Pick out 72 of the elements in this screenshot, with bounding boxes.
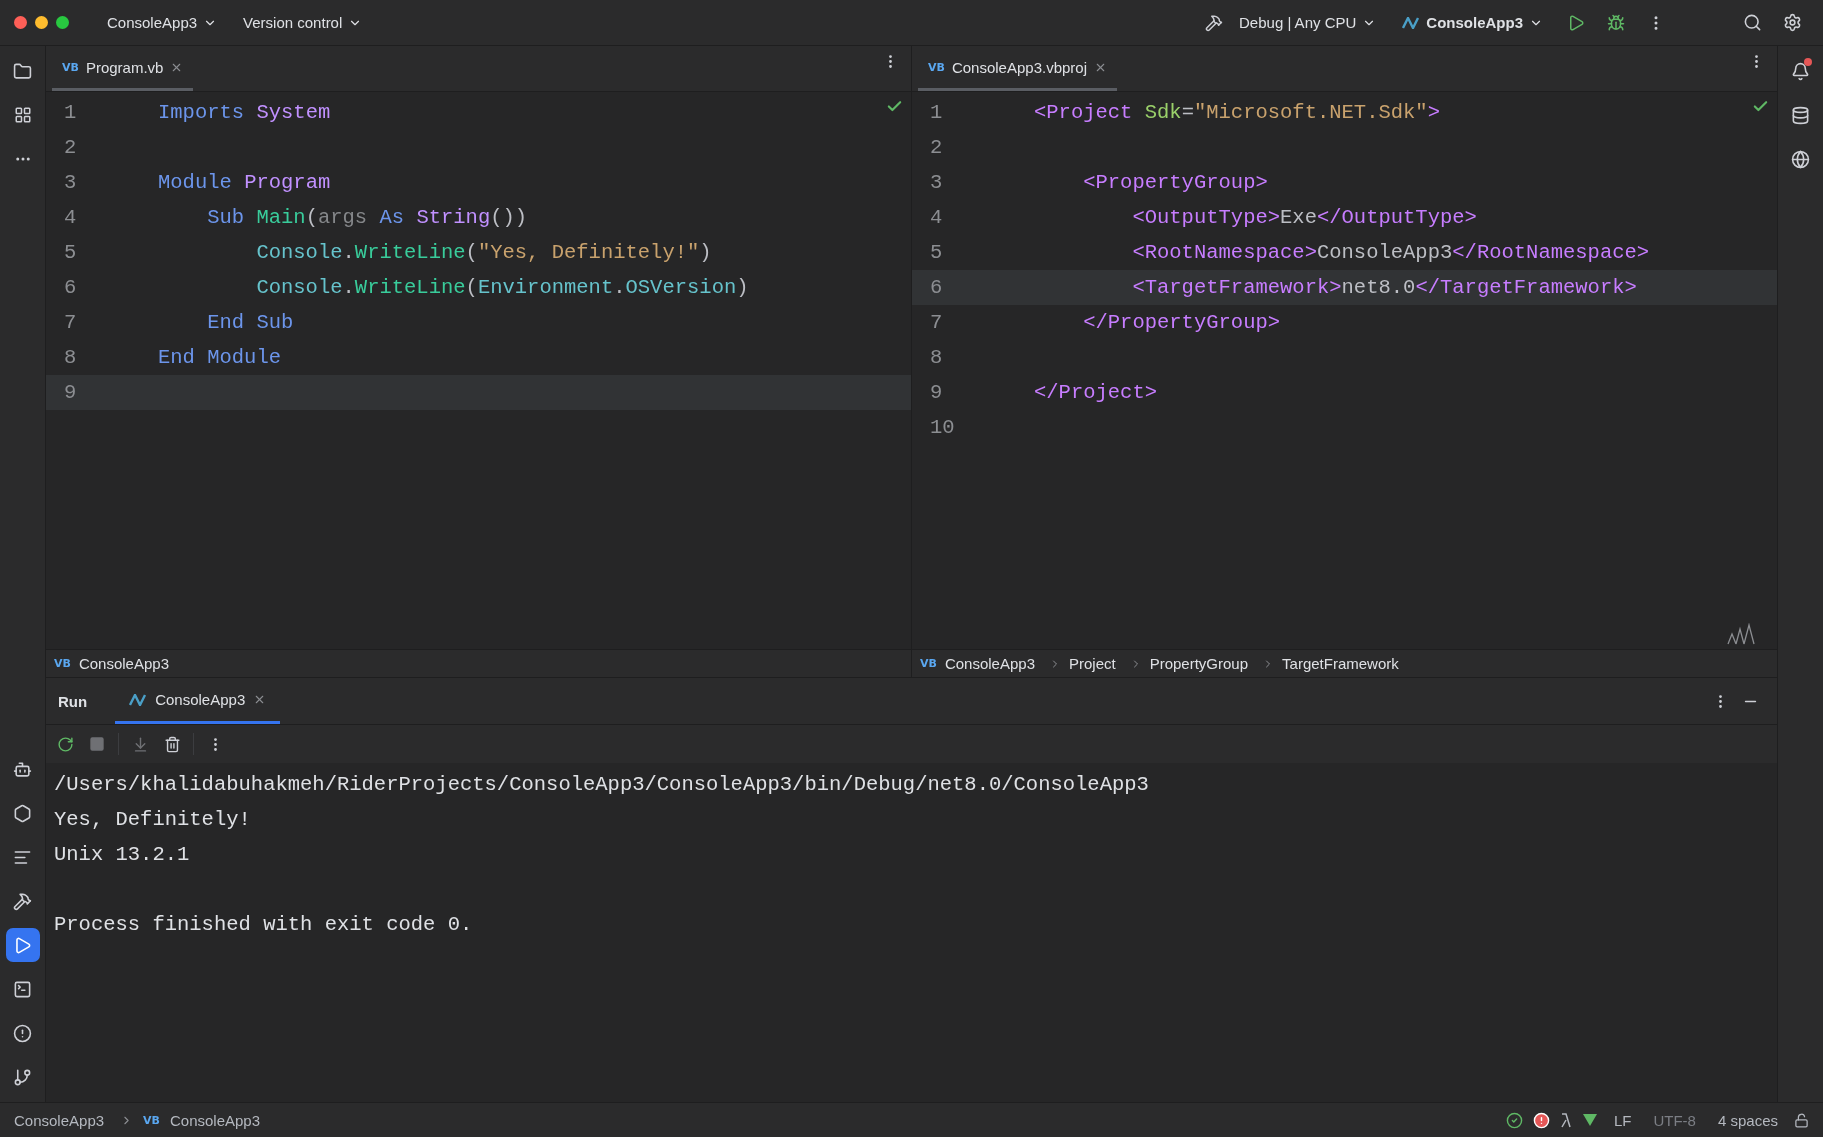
unlock-icon[interactable]: [1794, 1112, 1809, 1128]
hammer-icon[interactable]: [1205, 13, 1223, 32]
code-line: Console.WriteLine(Environment.OSVersion): [255, 276, 749, 299]
file-type-icon: VB: [928, 60, 945, 74]
editor-tab[interactable]: VB Program.vb: [52, 46, 194, 91]
check-circle-icon[interactable]: [1505, 1111, 1523, 1129]
bell-icon: [1791, 61, 1810, 81]
code-line: </PropertyGroup>: [1082, 311, 1281, 334]
error-icon[interactable]: [1532, 1111, 1550, 1129]
line-number: 4: [929, 206, 944, 229]
code-line: <PropertyGroup>: [1082, 171, 1268, 194]
breadcrumb[interactable]: ConsoleApp3: [944, 655, 1041, 672]
code-line: <Project Sdk="Microsoft.NET.Sdk">: [1034, 101, 1440, 124]
breadcrumb[interactable]: ConsoleApp3: [170, 1111, 267, 1129]
notification-dot: [1803, 58, 1812, 66]
console-line: Yes, Definitely!: [54, 807, 252, 833]
code-line: <TargetFramework>net8.0</TargetFramework>: [1131, 276, 1637, 299]
line-number: 2: [929, 136, 944, 159]
line-number: 6: [63, 276, 78, 299]
run-tab[interactable]: ConsoleApp3: [115, 678, 281, 724]
run-icon[interactable]: [5, 928, 40, 962]
line-number: 1: [929, 101, 944, 124]
breadcrumb[interactable]: Project: [1069, 655, 1122, 672]
code-line: Imports System: [158, 101, 331, 124]
code-line: Sub Main(args As String()): [206, 206, 528, 229]
breadcrumb[interactable]: TargetFramework: [1282, 655, 1405, 672]
line-number: 3: [929, 171, 944, 194]
line-number: 9: [929, 381, 944, 404]
console-line: Process finished with exit code 0.: [54, 912, 474, 938]
code-line: End Module: [158, 346, 282, 369]
dotnet-icon: [129, 693, 148, 706]
file-type-icon: VB: [54, 657, 71, 670]
configuration-dropdown[interactable]: Debug | Any CPU: [1229, 10, 1387, 35]
dotnet-icon: [1402, 16, 1421, 29]
panel-title: Run: [58, 691, 88, 712]
code-line: </Project>: [1034, 381, 1158, 404]
run-target-dropdown[interactable]: ConsoleApp3: [1392, 10, 1553, 35]
line-number: 7: [929, 311, 944, 334]
line-number: 7: [63, 311, 78, 334]
close-window-icon[interactable]: [14, 16, 27, 29]
line-number: 3: [63, 171, 78, 194]
line-number: 5: [63, 241, 78, 264]
code-line: <RootNamespace>ConsoleApp3</RootNamespace>: [1131, 241, 1650, 264]
vcs-dropdown[interactable]: Version control: [233, 10, 373, 35]
code-line: Module Program: [158, 171, 331, 194]
triangle-icon[interactable]: [1581, 1113, 1598, 1127]
lambda-icon[interactable]: [1559, 1112, 1572, 1128]
file-type-icon: VB: [143, 1113, 160, 1127]
console-line: /Users/khalidabuhakmeh/RiderProjects/ConsoleApp3/ConsoleApp3/bin/Debug/net8.0/ConsoleApp3: [54, 772, 1150, 798]
breadcrumb[interactable]: ConsoleApp3: [78, 655, 175, 672]
file-type-icon: VB: [62, 60, 79, 74]
console-line: Unix 13.2.1: [54, 842, 191, 868]
line-separator[interactable]: LF: [1607, 1111, 1638, 1129]
line-number: 2: [63, 136, 78, 159]
line-number: 10: [929, 416, 956, 439]
breadcrumb[interactable]: PropertyGroup: [1149, 655, 1255, 672]
indent-setting[interactable]: 4 spaces: [1711, 1111, 1784, 1129]
file-type-icon: VB: [920, 657, 937, 670]
code-line: <OutputType>Exe</OutputType>: [1131, 206, 1477, 229]
line-number: 4: [63, 206, 78, 229]
line-number: 9: [63, 381, 78, 404]
breadcrumb[interactable]: ConsoleApp3: [14, 1111, 111, 1129]
code-line: Console.WriteLine("Yes, Definitely!"): [255, 241, 712, 264]
minimize-window-icon[interactable]: [35, 16, 48, 29]
line-number: 6: [929, 276, 944, 299]
line-number: 5: [929, 241, 944, 264]
line-number: 1: [63, 101, 78, 124]
line-number: 8: [929, 346, 944, 369]
zoom-window-icon[interactable]: [56, 16, 69, 29]
project-dropdown[interactable]: ConsoleApp3: [97, 10, 228, 35]
line-number: 8: [63, 346, 78, 369]
code-line: End Sub: [206, 311, 294, 334]
